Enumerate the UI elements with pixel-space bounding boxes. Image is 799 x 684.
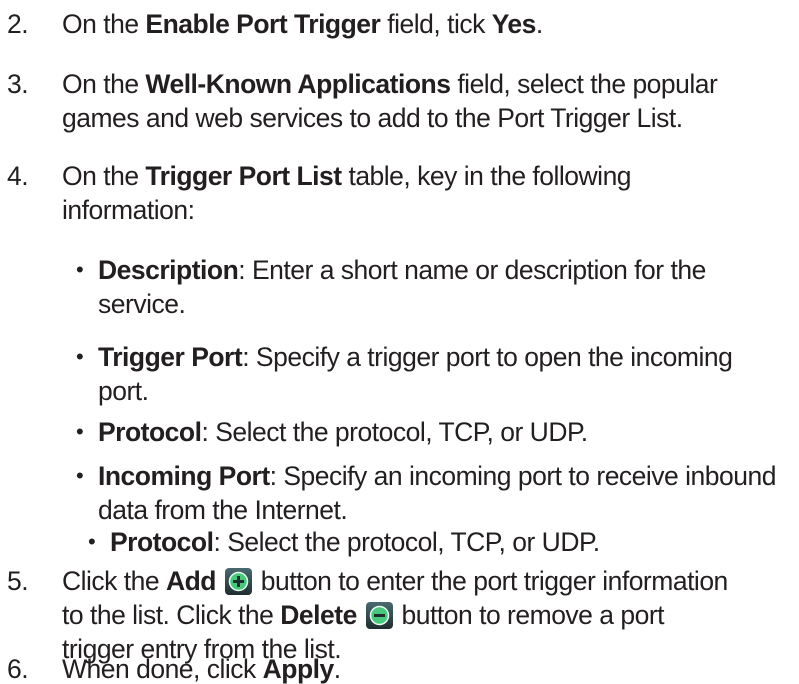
text-run: field, tick xyxy=(380,9,492,39)
text-run: : Specify a trigger port to open the inc… xyxy=(242,342,733,372)
text-run: : Select the protocol, TCP, or UDP. xyxy=(201,417,588,447)
bullet-mark: • xyxy=(88,529,96,554)
text-line: On the Enable Port Trigger field, tick Y… xyxy=(62,7,792,41)
text-run: : Select the protocol, TCP, or UDP. xyxy=(213,527,600,557)
text-line: On the Trigger Port List table, key in t… xyxy=(62,159,792,193)
bullet-mark: • xyxy=(76,463,84,488)
text-run xyxy=(357,600,364,630)
step-number: 2. xyxy=(7,9,29,39)
bold-term: Yes xyxy=(491,9,537,39)
bullet-text: Description: Enter a short name or descr… xyxy=(98,253,798,321)
text-run: information: xyxy=(62,195,195,225)
text-line: Protocol: Select the protocol, TCP, or U… xyxy=(98,415,798,449)
text-run: . xyxy=(535,9,543,39)
bold-term: Protocol xyxy=(98,417,202,447)
text-line: service. xyxy=(98,287,798,321)
bullet-text: Protocol: Select the protocol, TCP, or U… xyxy=(110,525,799,559)
text-line: Trigger Port: Specify a trigger port to … xyxy=(98,340,798,374)
step-number: 3. xyxy=(7,69,29,99)
text-run: port. xyxy=(98,376,149,406)
manual-page: 2. On the Enable Port Trigger field, tic… xyxy=(0,0,799,684)
text-line: When done, click Apply. xyxy=(62,652,792,684)
step-text: Click the Add button to enter the port t… xyxy=(62,564,792,666)
text-run: button to remove a port xyxy=(394,600,665,630)
text-line: games and web services to add to the Por… xyxy=(62,101,792,135)
bullet-mark: • xyxy=(76,419,84,444)
text-line: Protocol: Select the protocol, TCP, or U… xyxy=(110,525,799,559)
text-run: : Specify an incoming port to receive in… xyxy=(269,461,777,491)
bold-term: Apply xyxy=(262,654,335,684)
bold-term: Protocol xyxy=(110,527,214,557)
bold-term: Delete xyxy=(280,600,357,630)
bold-term: Well-Known Applications xyxy=(145,69,451,99)
bullet-mark: • xyxy=(76,344,84,369)
add-icon xyxy=(224,568,252,595)
text-run: games and web services to add to the Por… xyxy=(62,103,683,133)
text-run: to the list. Click the xyxy=(62,600,281,630)
bullet-text: Trigger Port: Specify a trigger port to … xyxy=(98,340,798,408)
bold-term: Trigger Port xyxy=(98,342,243,372)
text-line: Click the Add button to enter the port t… xyxy=(62,564,792,598)
bullet-mark: • xyxy=(76,257,84,282)
delete-icon xyxy=(365,602,393,629)
step-number: 6. xyxy=(7,654,29,684)
text-line: port. xyxy=(98,374,798,408)
bullet-text: Incoming Port: Specify an incoming port … xyxy=(98,459,798,527)
text-line: data from the Internet. xyxy=(98,493,798,527)
bold-term: Add xyxy=(165,566,217,596)
text-line: information: xyxy=(62,193,792,227)
text-run: table, key in the following xyxy=(341,161,632,191)
bold-term: Incoming Port xyxy=(98,461,270,491)
step-text: On the Enable Port Trigger field, tick Y… xyxy=(62,7,792,41)
text-line: On the Well-Known Applications field, se… xyxy=(62,67,792,101)
text-run xyxy=(216,566,223,596)
bold-term: Enable Port Trigger xyxy=(145,9,381,39)
step-text: On the Trigger Port List table, key in t… xyxy=(62,159,792,227)
step-text: On the Well-Known Applications field, se… xyxy=(62,67,792,135)
text-run: data from the Internet. xyxy=(98,495,348,525)
text-run: On the xyxy=(62,69,146,99)
step-number: 5. xyxy=(7,566,29,596)
bold-term: Trigger Port List xyxy=(145,161,342,191)
text-line: to the list. Click the Delete button to … xyxy=(62,598,792,632)
step-text: When done, click Apply. xyxy=(62,652,792,684)
text-run: button to enter the port trigger informa… xyxy=(253,566,729,596)
text-run: : Enter a short name or description for … xyxy=(238,255,706,285)
text-run: On the xyxy=(62,9,146,39)
text-run: When done, click xyxy=(62,654,263,684)
text-run: service. xyxy=(98,289,186,319)
text-line: Description: Enter a short name or descr… xyxy=(98,253,798,287)
text-run: Click the xyxy=(62,566,166,596)
text-run: field, select the popular xyxy=(450,69,718,99)
step-number: 4. xyxy=(7,161,29,191)
text-line: Incoming Port: Specify an incoming port … xyxy=(98,459,798,493)
text-run: On the xyxy=(62,161,146,191)
bullet-text: Protocol: Select the protocol, TCP, or U… xyxy=(98,415,798,449)
bold-term: Description xyxy=(98,255,239,285)
text-run: . xyxy=(333,654,341,684)
